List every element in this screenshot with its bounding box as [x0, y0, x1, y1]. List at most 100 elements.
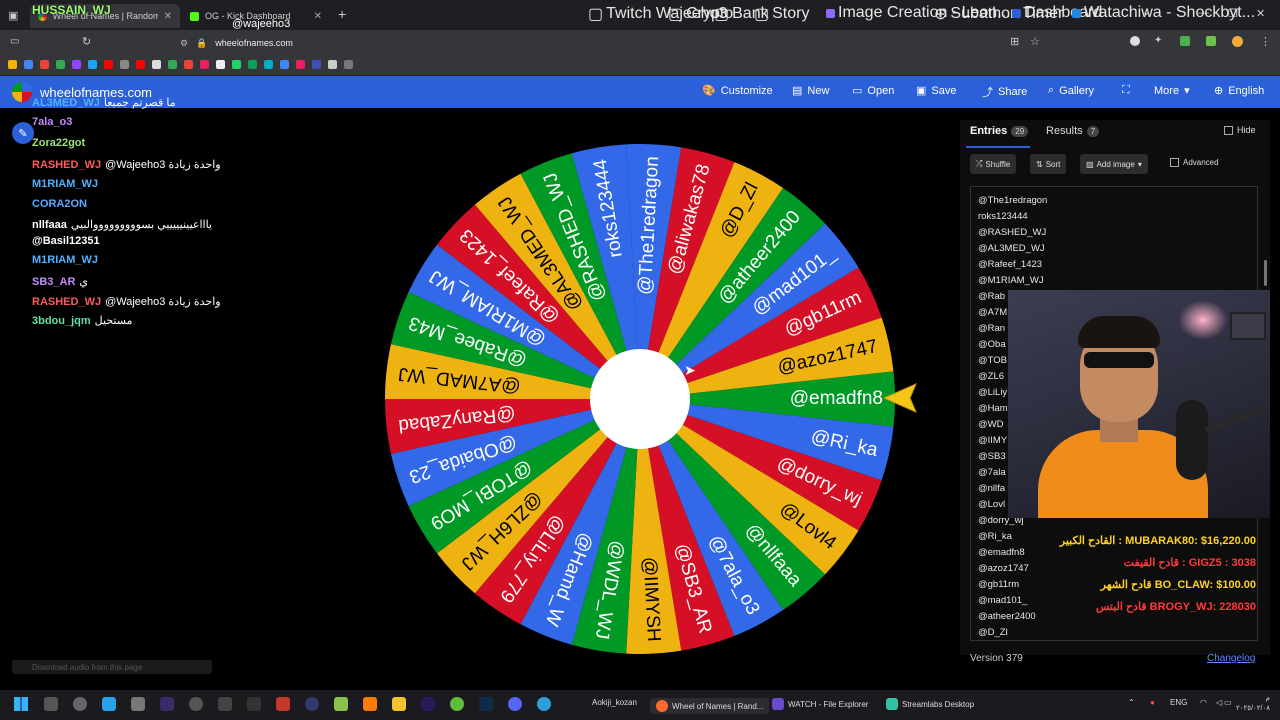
- bookmark-icon[interactable]: [328, 60, 337, 69]
- nav-share[interactable]: ⤴ Share: [982, 84, 1027, 100]
- taskbar-app-streamlabs[interactable]: Streamlabs Desktop: [886, 698, 974, 710]
- hide-checkbox[interactable]: [1224, 125, 1233, 135]
- changelog-link[interactable]: Changelog: [1207, 653, 1255, 664]
- app-icon[interactable]: [247, 697, 261, 711]
- bookmark-icon[interactable]: [232, 60, 241, 69]
- obs-icon[interactable]: [73, 697, 87, 711]
- volume-icon[interactable]: ◁: [1216, 698, 1222, 707]
- bookmark-icon[interactable]: [40, 60, 49, 69]
- nav-gallery[interactable]: ⌕ Gallery: [1048, 84, 1094, 97]
- bookmark-icon[interactable]: [344, 60, 353, 69]
- tray-overflow-icon[interactable]: ⌃: [1128, 698, 1135, 707]
- bookmark-icon[interactable]: [264, 60, 273, 69]
- extension-icon[interactable]: [1130, 36, 1140, 46]
- advanced-checkbox[interactable]: [1170, 158, 1179, 167]
- wheel-center-button[interactable]: [590, 349, 690, 449]
- bookmark-icon[interactable]: [8, 60, 17, 69]
- bookmark-icon[interactable]: [296, 60, 305, 69]
- browser-menu-icon[interactable]: ⋮: [1260, 35, 1271, 48]
- sort-button[interactable]: ⇅ Sort: [1030, 154, 1067, 174]
- telegram-icon[interactable]: [537, 697, 551, 711]
- bookmark-icon[interactable]: [56, 60, 65, 69]
- bookmark-star-icon[interactable]: ☆: [1030, 35, 1040, 48]
- photoshop-icon[interactable]: [479, 697, 493, 711]
- taskbar-app-aokiji[interactable]: Aokiji_kozan: [592, 698, 637, 707]
- extension-icon[interactable]: [1206, 36, 1216, 46]
- store-icon[interactable]: [102, 697, 116, 711]
- settings-gear-icon[interactable]: [189, 697, 203, 711]
- taskbar-app-explorer[interactable]: WATCH - File Explorer: [772, 698, 868, 710]
- close-tab-icon[interactable]: ✕: [164, 11, 172, 22]
- taskbar-clock[interactable]: م ٢٠٢٥/٠٢/٠٨: [1234, 694, 1270, 714]
- bookmark-icon[interactable]: [152, 60, 161, 69]
- bookmark-icon[interactable]: [24, 60, 33, 69]
- download-audio-hint[interactable]: Download audio from this page: [12, 660, 212, 674]
- discord-icon[interactable]: [508, 697, 522, 711]
- shield-extension-icon[interactable]: [1180, 36, 1190, 46]
- tab-results[interactable]: Results 7: [1046, 125, 1100, 137]
- nav-language[interactable]: ⊕ English: [1214, 84, 1264, 98]
- close-tab-icon[interactable]: ✕: [314, 11, 322, 22]
- xbox-icon[interactable]: [450, 697, 464, 711]
- chat-message: RASHED_WJ @Wajeeho3 واحدة زيادة: [32, 295, 221, 308]
- url-field[interactable]: ⚙ 🔒 wheelofnames.com: [180, 34, 1060, 52]
- taskbar-app-browser[interactable]: Wheel of Names | Rand...: [650, 698, 770, 714]
- puzzle-extensions-icon[interactable]: ✦: [1154, 35, 1162, 46]
- 4k-app-icon[interactable]: [218, 697, 232, 711]
- bookmark-icon[interactable]: [136, 60, 145, 69]
- illustrator-icon[interactable]: [363, 697, 377, 711]
- nav-new[interactable]: ▤ New: [792, 84, 829, 98]
- bookmark-icon[interactable]: [248, 60, 257, 69]
- bookmark-icon[interactable]: [280, 60, 289, 69]
- wifi-icon[interactable]: ◠: [1200, 698, 1207, 707]
- bookmark-icon[interactable]: [104, 60, 113, 69]
- fullscreen-icon[interactable]: ⛶: [1122, 84, 1130, 97]
- folder-icon: ▢: [668, 6, 684, 23]
- maps-icon[interactable]: [44, 697, 58, 711]
- app-icon[interactable]: [276, 697, 290, 711]
- advanced-toggle[interactable]: Advanced: [1170, 158, 1219, 167]
- site-info-icon[interactable]: ⚙: [180, 38, 188, 49]
- nav-save[interactable]: ▣ Save: [916, 84, 956, 98]
- bookmark-icon[interactable]: [216, 60, 225, 69]
- close-window-icon[interactable]: ✕: [1256, 7, 1265, 20]
- profile-avatar-icon[interactable]: [1232, 36, 1243, 47]
- nav-open[interactable]: ▭ Open: [852, 84, 894, 98]
- add-image-button[interactable]: ▨ Add image ▾: [1080, 154, 1148, 174]
- app-icon[interactable]: [334, 697, 348, 711]
- wheel-svg[interactable]: @The1redragon @aliwakas78 @D_Zl@atheer2400…: [380, 140, 900, 660]
- bookmark-story[interactable]: ▢ Story: [754, 4, 809, 24]
- bookmark-icon[interactable]: [72, 60, 81, 69]
- premiere-icon[interactable]: [421, 697, 435, 711]
- calculator-icon[interactable]: [131, 697, 145, 711]
- battery-icon[interactable]: ▭: [1224, 698, 1232, 707]
- bookmark-icon[interactable]: [200, 60, 209, 69]
- windows-start-icon[interactable]: [14, 697, 28, 711]
- leonardo-icon: [826, 8, 835, 18]
- edit-pencil-icon[interactable]: ✎: [12, 122, 34, 144]
- microphone-tray-icon[interactable]: ●: [1150, 698, 1155, 707]
- bookmark-icon[interactable]: [168, 60, 177, 69]
- sidebar-toggle-icon[interactable]: ▭: [10, 36, 19, 47]
- bookmark-icon[interactable]: [312, 60, 321, 69]
- hide-toggle[interactable]: Hide: [1224, 125, 1256, 135]
- tab-entries[interactable]: Entries 29: [970, 125, 1029, 137]
- bookmark-watachiwa[interactable]: Watachiwa - Shockbyt...: [1072, 4, 1255, 22]
- shuffle-button[interactable]: ⤮ Shuffle: [970, 154, 1017, 174]
- bookmark-icon[interactable]: [120, 60, 129, 69]
- entries-scrollbar[interactable]: [1264, 260, 1267, 286]
- nav-customize[interactable]: 🎨 Customize: [702, 84, 773, 98]
- language-indicator[interactable]: ENG: [1170, 698, 1187, 707]
- nav-more[interactable]: More ▾: [1154, 84, 1190, 98]
- reload-icon[interactable]: ↻: [82, 35, 91, 48]
- chat-username: Zora22got: [32, 137, 86, 149]
- app-icon[interactable]: [160, 697, 174, 711]
- new-tab-icon[interactable]: +: [338, 6, 346, 22]
- install-app-icon[interactable]: ⊞: [1010, 35, 1019, 48]
- app-icon[interactable]: [305, 697, 319, 711]
- bookmark-icon[interactable]: [88, 60, 97, 69]
- files-icon[interactable]: [392, 697, 406, 711]
- folder-icon: ▢: [714, 6, 730, 23]
- tab-list-icon[interactable]: ▣: [8, 9, 18, 22]
- bookmark-icon[interactable]: [184, 60, 193, 69]
